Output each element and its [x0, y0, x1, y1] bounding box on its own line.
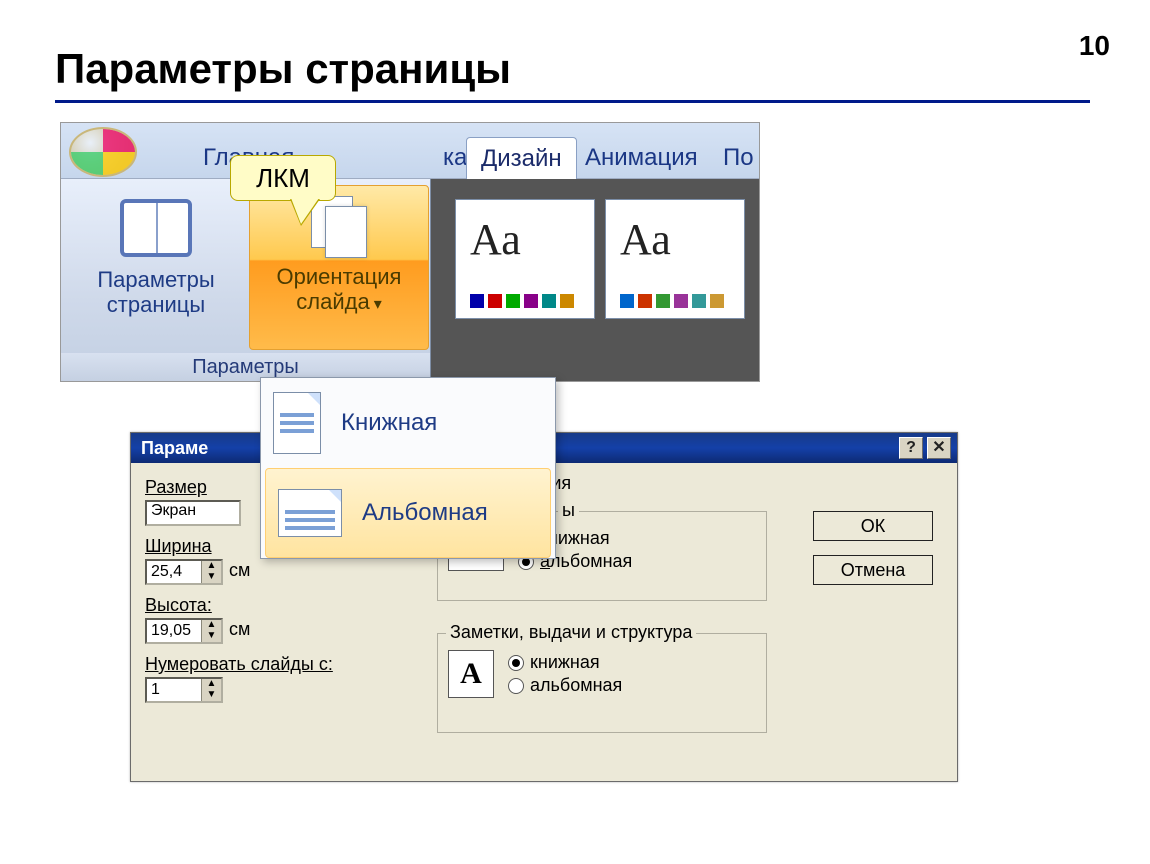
number-from-input[interactable] — [147, 679, 201, 701]
page-number: 10 — [1079, 30, 1110, 62]
close-button[interactable]: ✕ — [927, 437, 951, 459]
help-button[interactable]: ? — [899, 437, 923, 459]
size-label: Размер — [145, 477, 207, 497]
page-title: Параметры страницы — [55, 45, 511, 93]
number-from-label: Нумеровать слайды с: — [145, 654, 333, 674]
dropdown-portrait-label: Книжная — [341, 409, 437, 437]
dialog-title: Параме — [141, 438, 208, 458]
radio-row-notes-portrait[interactable]: книжная — [508, 652, 622, 673]
theme-swatches — [470, 294, 574, 308]
tab-design[interactable]: Дизайн — [466, 137, 577, 179]
theme-sample-2[interactable]: Аа — [605, 199, 745, 319]
tab-slideshow-fragment[interactable]: По — [709, 137, 768, 179]
ribbon: Главная ка Дизайн Анимация По Параметры … — [60, 122, 760, 382]
notes-legend: Заметки, выдачи и структура — [446, 622, 696, 643]
title-underline — [55, 100, 1090, 103]
orientation-portrait-icon: A — [448, 650, 494, 698]
orientation-line1: Ориентация — [277, 264, 402, 289]
slides-legend-fragment: ы — [558, 500, 579, 521]
theme-sample-text: Аа — [620, 214, 671, 265]
theme-swatches — [620, 294, 724, 308]
spin-down-icon[interactable]: ▼ — [201, 572, 221, 583]
number-from-spinner[interactable]: ▲▼ — [145, 677, 223, 703]
radio-icon — [508, 655, 524, 671]
page-setup-line1: Параметры — [97, 267, 214, 292]
width-input[interactable] — [147, 561, 201, 583]
ok-button[interactable]: ОК — [813, 511, 933, 541]
ribbon-body: Параметры страницы Ориентация слайда ▾ Па… — [61, 179, 759, 381]
height-label: Высота: — [145, 595, 212, 615]
page-setup-button[interactable]: Параметры страницы — [71, 185, 241, 350]
page-setup-line2: страницы — [107, 292, 205, 317]
theme-sample-text: Аа — [470, 214, 521, 265]
dropdown-landscape-label: Альбомная — [362, 499, 488, 527]
cancel-button[interactable]: Отмена — [813, 555, 933, 585]
height-input[interactable] — [147, 620, 201, 642]
radio-icon — [508, 678, 524, 694]
callout-lkm: ЛКМ — [230, 155, 336, 201]
spin-down-icon[interactable]: ▼ — [201, 690, 221, 701]
portrait-icon — [273, 392, 321, 454]
ribbon-tab-bar: Главная ка Дизайн Анимация По — [61, 123, 759, 179]
radio-notes-landscape-label: альбомная — [530, 675, 622, 696]
office-button[interactable] — [69, 127, 137, 177]
page-setup-icon — [120, 199, 192, 257]
theme-sample-1[interactable]: Аа — [455, 199, 595, 319]
width-label: Ширина — [145, 536, 212, 556]
size-field[interactable]: Экран — [145, 500, 241, 526]
orientation-dropdown: Книжная Альбомная — [260, 377, 556, 559]
group-page-setup: Параметры страницы Ориентация слайда ▾ Па… — [61, 179, 431, 381]
unit-cm: см — [229, 619, 250, 639]
dropdown-item-portrait[interactable]: Книжная — [261, 378, 555, 468]
spin-down-icon[interactable]: ▼ — [201, 631, 221, 642]
dropdown-item-landscape[interactable]: Альбомная — [265, 468, 551, 558]
width-spinner[interactable]: ▲▼ — [145, 559, 223, 585]
orientation-line2: слайда — [296, 289, 369, 314]
height-spinner[interactable]: ▲▼ — [145, 618, 223, 644]
landscape-icon — [278, 489, 342, 537]
chevron-down-icon: ▾ — [374, 296, 382, 313]
tab-animation[interactable]: Анимация — [571, 137, 712, 179]
slide-orientation-button[interactable]: Ориентация слайда ▾ — [249, 185, 429, 350]
radio-row-notes-landscape[interactable]: альбомная — [508, 675, 622, 696]
radio-notes-portrait-label: книжная — [530, 652, 600, 673]
unit-cm: см — [229, 560, 250, 580]
